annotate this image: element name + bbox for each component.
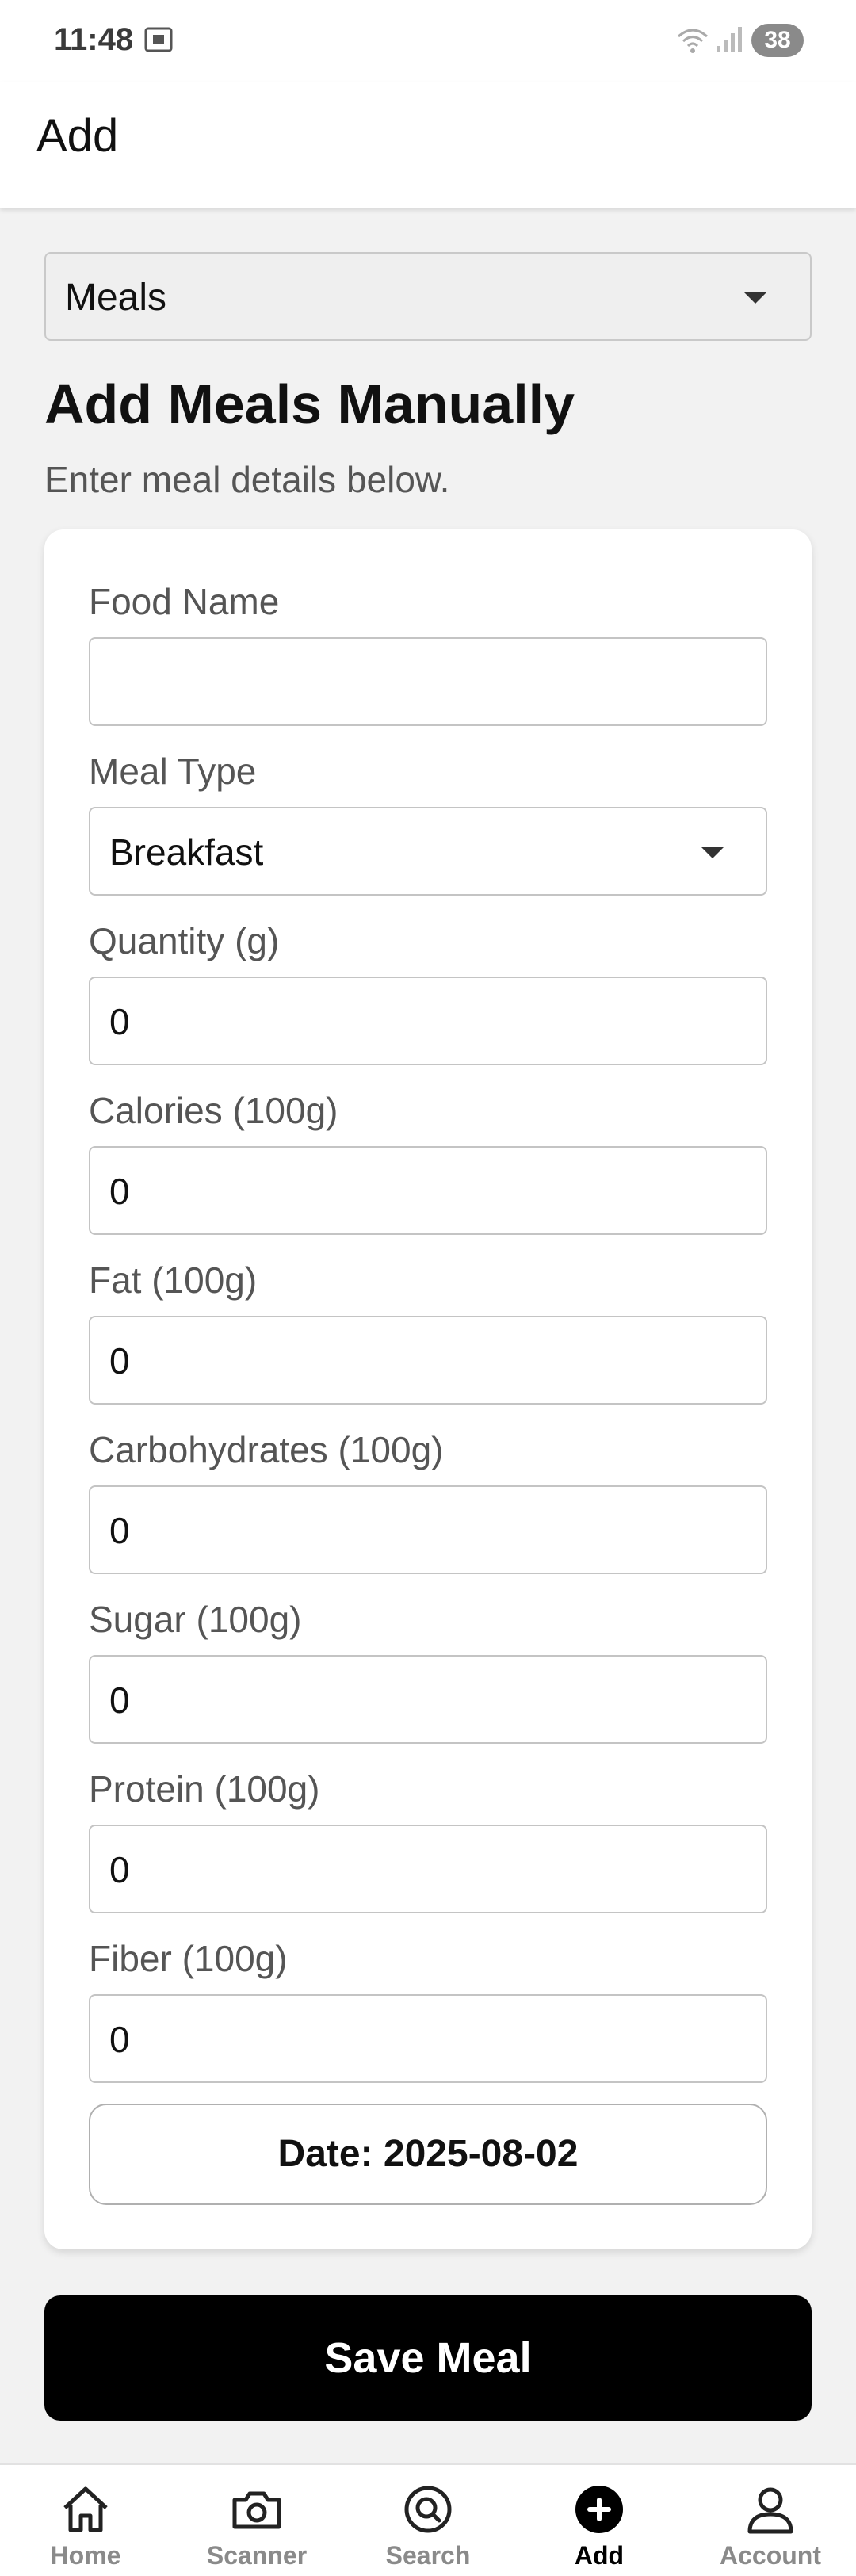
fiber-field: Fiber (100g) 0 (89, 1934, 767, 2083)
sugar-label: Sugar (100g) (89, 1599, 302, 1640)
nav-label-account: Account (720, 2541, 821, 2570)
fat-label: Fat (100g) (89, 1259, 258, 1301)
fiber-input[interactable]: 0 (89, 1994, 767, 2083)
protein-value: 0 (109, 1849, 130, 1890)
category-select-value: Meals (65, 277, 167, 319)
category-select[interactable]: Meals (44, 252, 812, 341)
carbohydrates-label: Carbohydrates (100g) (89, 1429, 444, 1470)
nav-label-add: Add (574, 2541, 625, 2570)
quantity-label: Quantity (g) (89, 920, 280, 961)
sugar-input[interactable]: 0 (89, 1655, 767, 1744)
chevron-down-icon (701, 847, 724, 858)
camera-icon (232, 2491, 281, 2529)
quantity-value: 0 (109, 1001, 130, 1042)
carbohydrates-field: Carbohydrates (100g) 0 (89, 1425, 767, 1574)
fiber-label: Fiber (100g) (89, 1938, 288, 1979)
fat-input[interactable]: 0 (89, 1316, 767, 1405)
calories-value: 0 (109, 1171, 130, 1212)
carbohydrates-value: 0 (109, 1510, 130, 1551)
sugar-value: 0 (109, 1680, 130, 1721)
food-name-label: Food Name (89, 581, 280, 622)
fiber-value: 0 (109, 2019, 130, 2060)
add-circle-icon (575, 2486, 623, 2533)
meal-type-select[interactable]: Breakfast (89, 807, 767, 896)
account-icon (747, 2487, 793, 2534)
nav-item-account[interactable]: Account (685, 2465, 856, 2576)
app-bar: Add (0, 82, 856, 208)
protein-field: Protein (100g) 0 (89, 1764, 767, 1913)
calories-label: Calories (100g) (89, 1090, 338, 1131)
date-picker-button[interactable]: Date: 2025-08-02 (89, 2104, 767, 2205)
calories-field: Calories (100g) 0 (89, 1086, 767, 1235)
quantity-input[interactable]: 0 (89, 977, 767, 1065)
nav-item-home[interactable]: Home (0, 2465, 171, 2576)
section-heading: Add Meals Manually (44, 373, 575, 435)
food-name-input[interactable] (89, 637, 767, 726)
meal-form-card: Food Name Meal Type Breakfast Quantity (… (44, 529, 812, 2249)
protein-input[interactable]: 0 (89, 1825, 767, 1913)
save-meal-button[interactable]: Save Meal (44, 2295, 812, 2421)
meal-type-field: Meal Type Breakfast (89, 747, 767, 896)
nav-item-scanner[interactable]: Scanner (171, 2465, 342, 2576)
search-icon (404, 2486, 452, 2533)
calories-input[interactable]: 0 (89, 1146, 767, 1235)
nav-item-add[interactable]: Add (514, 2465, 685, 2576)
signal-icon (717, 27, 742, 52)
meal-type-label: Meal Type (89, 751, 257, 792)
bottom-navigation: Home Scanner Search Add Account (0, 2463, 856, 2576)
carbohydrates-input[interactable]: 0 (89, 1485, 767, 1574)
protein-label: Protein (100g) (89, 1768, 320, 1810)
chevron-down-icon (743, 292, 767, 304)
nav-label-home: Home (50, 2541, 121, 2570)
quantity-field: Quantity (g) 0 (89, 916, 767, 1065)
nav-label-search: Search (385, 2541, 471, 2570)
status-bar: 11:48 38 (0, 0, 856, 82)
page-title: Add (36, 110, 119, 162)
status-time: 11:48 (54, 22, 134, 57)
nav-label-scanner: Scanner (206, 2541, 308, 2570)
food-name-field: Food Name (89, 577, 767, 726)
nav-item-search[interactable]: Search (342, 2465, 514, 2576)
home-icon (63, 2486, 108, 2532)
fat-value: 0 (109, 1340, 130, 1382)
fat-field: Fat (100g) 0 (89, 1256, 767, 1405)
screenshot-icon (144, 27, 173, 52)
sugar-field: Sugar (100g) 0 (89, 1595, 767, 1744)
battery-indicator: 38 (751, 24, 804, 57)
meal-type-value: Breakfast (109, 831, 264, 873)
section-subheading: Enter meal details below. (44, 459, 450, 500)
wifi-icon (678, 29, 708, 53)
